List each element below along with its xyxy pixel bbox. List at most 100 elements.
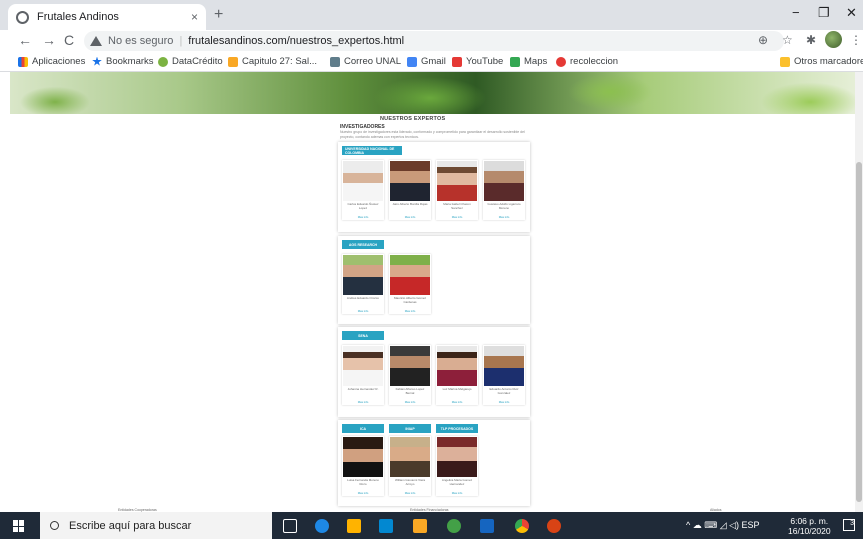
more-info-link[interactable]: Mas info xyxy=(391,215,429,219)
bookmark-bookmarks[interactable]: Bookmarks xyxy=(92,56,154,67)
more-info-link[interactable]: Mas info xyxy=(438,215,476,219)
close-window-button[interactable]: ✕ xyxy=(846,5,857,21)
bookmark-maps[interactable]: Maps xyxy=(510,56,547,67)
person-card[interactable]: Mauricio Alberto Gomez Cardenas Mas info xyxy=(389,254,431,314)
more-info-link[interactable]: Mas info xyxy=(485,215,523,219)
scrollbar-thumb[interactable] xyxy=(856,162,862,502)
tab-close-icon[interactable]: × xyxy=(191,10,198,24)
restore-button[interactable]: ❐ xyxy=(818,5,830,21)
forward-button[interactable]: → xyxy=(42,32,56,48)
tab-title: Frutales Andinos xyxy=(37,11,119,23)
group-card-unal: UNIVERSIDAD NACIONAL DE COLOMBIA Carlos … xyxy=(338,142,530,232)
person-name: Andres Eduardo Orozco xyxy=(346,296,380,300)
windows-start-icon[interactable] xyxy=(13,520,25,532)
bookmark-correo-unal[interactable]: Correo UNAL xyxy=(330,56,401,67)
datacredito-icon xyxy=(158,56,168,67)
person-card[interactable]: Luisa Fernanda Moreno Rozo Mas info xyxy=(342,436,384,496)
store-icon[interactable] xyxy=(347,519,361,533)
edge-icon[interactable] xyxy=(315,519,329,533)
person-card[interactable]: Fabian Alfonso Lopez Bernal Mas info xyxy=(389,345,431,405)
person-name: Luisa Fernanda Moreno Rozo xyxy=(347,478,379,486)
person-card[interactable]: Maria Isabel Chacon Sanchez Mas info xyxy=(436,160,478,220)
back-button[interactable]: ← xyxy=(18,32,32,48)
person-photo xyxy=(390,255,430,295)
more-info-link[interactable]: Mas info xyxy=(485,400,523,404)
extensions-icon[interactable]: ✱ xyxy=(806,33,816,47)
system-tray[interactable]: ^ ☁ ⌨ ◿ ◁) ESP xyxy=(686,520,760,531)
person-name: Gustavo Adolfo Ligarreto Moreno xyxy=(487,202,521,210)
system-clock[interactable]: 6:06 p. m. 16/10/2020 xyxy=(788,516,831,536)
bookmark-apps[interactable]: Aplicaciones xyxy=(18,56,85,67)
bookmark-gmail[interactable]: Gmail xyxy=(407,56,446,67)
person-photo xyxy=(437,346,477,386)
person-card[interactable]: Gustavo Adolfo Ligarreto Moreno Mas info xyxy=(483,160,525,220)
more-info-link[interactable]: Mas info xyxy=(344,215,382,219)
zoom-icon[interactable]: ⊕ xyxy=(758,33,768,47)
person-card[interactable]: Angelica Maria Gomez Hernandez Mas info xyxy=(436,436,478,496)
warning-icon xyxy=(90,36,102,46)
folder-icon xyxy=(780,56,790,67)
person-card[interactable]: Carlos Eduardo Ñustez Lopez Mas info xyxy=(342,160,384,220)
person-card[interactable]: William Giovanni Viera Arroyo Mas info xyxy=(389,436,431,496)
person-photo xyxy=(437,161,477,201)
reload-button[interactable]: C xyxy=(64,32,74,48)
person-card[interactable]: Eduardo Antonio Ruiz Gonzalez Mas info xyxy=(483,345,525,405)
address-separator: | xyxy=(179,35,183,47)
url-text: frutalesandinos.com/nuestros_expertos.ht… xyxy=(188,35,405,47)
group-card-ica-iniap-tlp: ICA INIAP TLP PROCESADOS Luisa Fernanda … xyxy=(338,420,530,506)
globe-icon xyxy=(16,10,29,24)
group-card-ags-research: AGS RESEARCH Andres Eduardo Orozco Mas i… xyxy=(338,236,530,324)
person-photo xyxy=(343,437,383,477)
person-card[interactable]: Johanna Hernandez R. Mas info xyxy=(342,345,384,405)
institution-badge: AGS RESEARCH xyxy=(342,240,384,249)
tab-frutales-andinos[interactable]: Frutales Andinos × xyxy=(8,4,206,30)
person-name: Johanna Hernandez R. xyxy=(347,387,379,391)
star-icon[interactable]: ☆ xyxy=(782,33,793,47)
word-icon[interactable] xyxy=(480,519,494,533)
person-name: Eduardo Antonio Ruiz Gonzalez xyxy=(489,387,519,395)
profile-avatar[interactable] xyxy=(825,31,842,48)
more-info-link[interactable]: Mas info xyxy=(344,491,382,495)
more-info-link[interactable]: Mas info xyxy=(391,491,429,495)
notifications-icon[interactable]: 3 xyxy=(843,519,855,531)
institution-badge: INIAP xyxy=(389,424,431,433)
person-name: Jairo Alberto Bonilla Rojas xyxy=(392,202,428,206)
bookmarks-bar: Aplicaciones Bookmarks DataCrédito Capit… xyxy=(0,52,863,72)
apps-grid-icon xyxy=(18,56,28,67)
bookmark-recoleccion[interactable]: recoleccion xyxy=(556,56,618,67)
browser-toolbar: ← → C No es seguro | frutalesandinos.com… xyxy=(0,30,863,52)
mail-icon[interactable] xyxy=(379,519,393,533)
more-info-link[interactable]: Mas info xyxy=(391,400,429,404)
task-view-icon[interactable] xyxy=(283,519,297,533)
person-name: Maria Isabel Chacon Sanchez xyxy=(443,202,471,210)
powerpoint-icon[interactable] xyxy=(547,519,561,533)
bookmark-capitulo27[interactable]: Capitulo 27: Sal... xyxy=(228,56,317,67)
person-card[interactable]: Luz Marina Melgarejo Mas info xyxy=(436,345,478,405)
file-explorer-icon[interactable] xyxy=(413,519,427,533)
person-name: William Giovanni Viera Arroyo xyxy=(394,478,426,486)
more-info-link[interactable]: Mas info xyxy=(438,491,476,495)
taskbar-search-box[interactable]: Escribe aquí para buscar xyxy=(40,512,272,539)
person-card[interactable]: Andres Eduardo Orozco Mas info xyxy=(342,254,384,314)
more-info-link[interactable]: Mas info xyxy=(344,400,382,404)
menu-icon[interactable]: ⋮ xyxy=(850,33,862,47)
person-photo xyxy=(343,346,383,386)
institution-badge: TLP PROCESADOS xyxy=(436,424,478,433)
google-icon xyxy=(407,56,417,67)
more-info-link[interactable]: Mas info xyxy=(438,400,476,404)
chrome-icon[interactable] xyxy=(515,519,529,533)
person-name: Carlos Eduardo Ñustez Lopez xyxy=(347,202,379,210)
clock-date: 16/10/2020 xyxy=(788,526,831,536)
more-info-link[interactable]: Mas info xyxy=(391,309,429,313)
person-card[interactable]: Jairo Alberto Bonilla Rojas Mas info xyxy=(389,160,431,220)
minimize-button[interactable]: − xyxy=(792,5,800,20)
person-name: Angelica Maria Gomez Hernandez xyxy=(441,478,473,486)
bookmark-datacredito[interactable]: DataCrédito xyxy=(158,56,223,67)
more-info-link[interactable]: Mas info xyxy=(344,309,382,313)
other-bookmarks[interactable]: Otros marcadores xyxy=(780,56,863,67)
new-tab-button[interactable]: + xyxy=(214,6,223,24)
whatsapp-icon[interactable] xyxy=(447,519,461,533)
bookmark-youtube[interactable]: YouTube xyxy=(452,56,503,67)
address-bar[interactable]: No es seguro | frutalesandinos.com/nuest… xyxy=(84,31,784,51)
recoleccion-icon xyxy=(556,56,566,67)
